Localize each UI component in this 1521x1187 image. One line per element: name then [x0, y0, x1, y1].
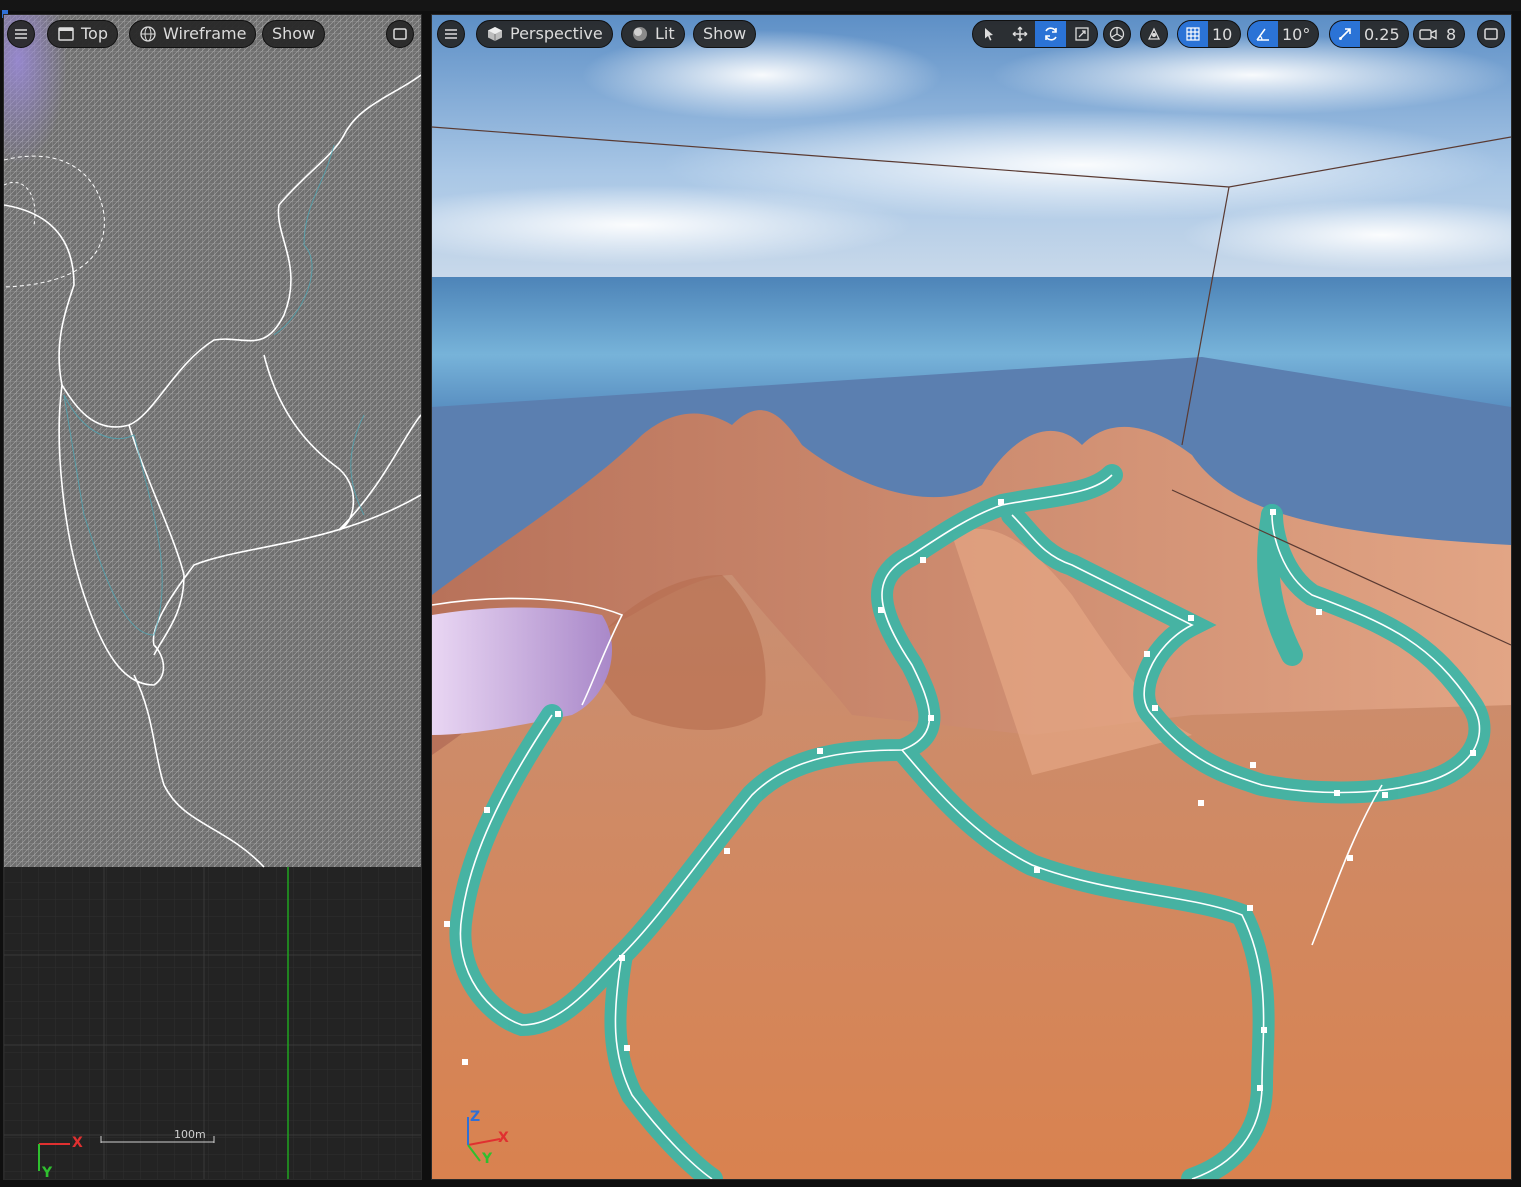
- show-label: Show: [272, 24, 316, 43]
- perspective-canvas[interactable]: [432, 15, 1511, 1179]
- scale-icon: [1074, 27, 1089, 41]
- view-mode-button[interactable]: Perspective: [476, 20, 613, 48]
- view-mode-label: Top: [81, 24, 108, 43]
- editor-top-strip: [0, 0, 1521, 18]
- rotation-snap-toggle[interactable]: [1248, 21, 1278, 47]
- lighting-label: Lit: [655, 24, 675, 43]
- cube-icon: [488, 27, 502, 41]
- view-mode-label: Perspective: [510, 24, 603, 43]
- top-view-canvas[interactable]: [4, 15, 421, 1179]
- y-axis-label: Y: [42, 1165, 53, 1180]
- surface-snapping-button[interactable]: [1140, 20, 1168, 48]
- maximize-icon: [1484, 28, 1498, 40]
- scale-snap-toggle[interactable]: [1330, 21, 1360, 47]
- maximize-viewport-button[interactable]: [386, 20, 414, 48]
- grid-icon: [1186, 27, 1200, 41]
- translate-icon: [1012, 26, 1027, 42]
- top-view-icon: [58, 27, 74, 41]
- scale-snap-value[interactable]: 0.25: [1360, 21, 1408, 47]
- grid-snap-value[interactable]: 10: [1208, 21, 1240, 47]
- y-axis-label: Y: [482, 1151, 493, 1167]
- menu-icon: [445, 29, 457, 39]
- right-viewport-toolbar: Perspective Lit Show 10 10° 0.25 8: [432, 17, 1511, 49]
- z-axis-label: Z: [470, 1109, 481, 1125]
- grid-snap-toggle[interactable]: [1178, 21, 1208, 47]
- camera-icon: [1419, 29, 1437, 40]
- surface-snap-icon: [1147, 27, 1161, 40]
- x-axis-label: X: [72, 1135, 83, 1151]
- rotation-snap-value[interactable]: 10°: [1278, 21, 1318, 47]
- scale-label: 100m: [174, 1128, 206, 1141]
- wireframe-icon: [140, 26, 156, 42]
- select-tool-button[interactable]: [973, 21, 1004, 47]
- viewport-menu-button[interactable]: [7, 20, 35, 48]
- view-mode-button[interactable]: Top: [47, 20, 118, 48]
- top-viewport[interactable]: 100m X Y Top Wireframe Show: [3, 14, 422, 1180]
- show-button[interactable]: Show: [693, 20, 757, 48]
- translate-tool-button[interactable]: [1004, 21, 1035, 47]
- select-icon: [984, 28, 993, 41]
- x-axis-label: X: [498, 1130, 509, 1146]
- viewport-menu-button[interactable]: [437, 20, 465, 48]
- render-mode-button[interactable]: Wireframe: [129, 20, 257, 48]
- show-button[interactable]: Show: [262, 20, 326, 48]
- lighting-mode-button[interactable]: Lit: [621, 20, 685, 48]
- grid-snap-group[interactable]: 10: [1177, 20, 1242, 48]
- lit-sphere-icon: [633, 27, 647, 41]
- maximize-icon: [393, 28, 407, 40]
- scale-snap-group[interactable]: 0.25: [1329, 20, 1409, 48]
- camera-speed-button[interactable]: [1414, 21, 1442, 47]
- camera-speed-value[interactable]: 8: [1442, 21, 1464, 47]
- rotate-tool-button[interactable]: [1035, 21, 1066, 47]
- rotation-snap-group[interactable]: 10°: [1247, 20, 1320, 48]
- perspective-viewport[interactable]: X Z Y Perspective Lit Show 10 10° 0.25 8: [431, 14, 1512, 1180]
- transform-tools-group: [972, 20, 1098, 48]
- scale-snap-icon: [1339, 28, 1351, 40]
- menu-icon: [15, 29, 27, 39]
- scale-tool-button[interactable]: [1066, 21, 1097, 47]
- local-space-icon: [1109, 26, 1125, 42]
- maximize-viewport-button[interactable]: [1477, 20, 1505, 48]
- render-mode-label: Wireframe: [163, 24, 247, 43]
- camera-speed-group[interactable]: 8: [1413, 20, 1466, 48]
- left-viewport-toolbar: Top Wireframe Show: [4, 17, 421, 49]
- show-label: Show: [703, 24, 747, 43]
- coordinate-space-button[interactable]: [1103, 20, 1131, 48]
- rotate-icon: [1044, 27, 1057, 41]
- angle-icon: [1256, 28, 1269, 41]
